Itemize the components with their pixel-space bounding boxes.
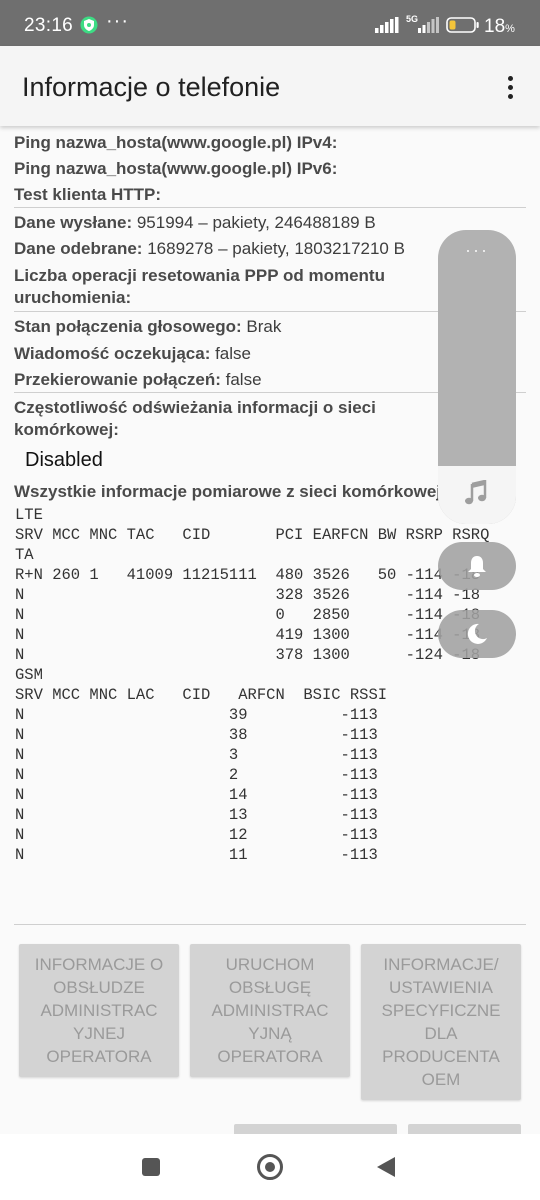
signal-strength-icon [375, 17, 399, 33]
partial-button[interactable] [408, 1124, 521, 1134]
gsm-row: N 14 -113 [15, 786, 378, 804]
divider [14, 924, 526, 925]
panel-more-icon[interactable]: ··· [438, 240, 516, 261]
gsm-row: N 3 -113 [15, 746, 378, 764]
gsm-row: N 39 -113 [15, 706, 378, 724]
lte-title: LTE [15, 506, 43, 524]
music-note-icon [465, 480, 487, 505]
message-waiting-row: Wiadomość oczekująca: false [14, 344, 251, 363]
home-button[interactable] [257, 1154, 283, 1180]
vpn-shield-icon [80, 16, 98, 34]
battery-percentage: 18% [484, 16, 515, 37]
ring-mode-button[interactable] [438, 542, 516, 590]
floating-volume-panel[interactable]: ··· [438, 230, 516, 524]
divider [14, 207, 526, 208]
lte-header: SRV MCC MNC TAC CID PCI EARFCN BW RSRP R… [15, 526, 490, 564]
media-volume-slider[interactable] [438, 466, 516, 524]
call-forwarding-row: Przekierowanie połączeń: false [14, 370, 262, 389]
lte-row: N 378 1300 -124 -18 [15, 646, 481, 664]
bell-icon [468, 556, 486, 577]
dark-mode-button[interactable] [438, 610, 516, 658]
trigger-carrier-provisioning-button[interactable]: URUCHOM OBSŁUGĘ ADMINISTRAC YJNĄ OPERATO… [190, 944, 350, 1077]
gsm-row: N 38 -113 [15, 726, 378, 744]
status-time: 23:16 [24, 15, 74, 36]
ping-ipv4-row: Ping nazwa_hosta(www.google.pl) IPv4: [14, 133, 338, 152]
moon-icon [467, 623, 487, 644]
gsm-row: N 13 -113 [15, 806, 378, 824]
battery-icon [446, 17, 479, 33]
navigation-bar [0, 1134, 540, 1200]
page-title: Informacje o telefonie [22, 72, 281, 102]
gsm-header: SRV MCC MNC LAC CID ARFCN BSIC RSSI [15, 686, 388, 704]
gsm-row: N 2 -113 [15, 766, 378, 784]
refresh-rate-row: Częstotliwość odświeżania informacji o s… [14, 398, 376, 439]
voice-state-row: Stan połączenia głosowego: Brak [14, 317, 282, 336]
gsm-title: GSM [15, 666, 43, 684]
gsm-row: N 12 -113 [15, 826, 378, 844]
gsm-row: N 11 -113 [15, 846, 378, 864]
carrier-provisioning-info-button[interactable]: INFORMACJE O OBSŁUDZE ADMINISTRAC YJNEJ … [19, 944, 179, 1077]
app-bar: Informacje o telefonie [0, 46, 540, 126]
network-type-label: 5G [406, 14, 419, 24]
lte-row: N 419 1300 -114 -18 [15, 626, 481, 644]
overflow-menu-icon[interactable] [500, 74, 520, 100]
status-bar: 23:16 ··· 5G 18% [0, 0, 540, 46]
more-notifications-icon: ··· [106, 10, 129, 32]
all-measurements-row: Wszystkie informacje pomiarowe z sieci k… [14, 482, 447, 501]
ppp-reset-row: Liczba operacji resetowania PPP od momen… [14, 266, 385, 307]
partial-button[interactable] [234, 1124, 397, 1134]
back-button[interactable] [376, 1156, 396, 1178]
lte-row: R+N 260 1 41009 11215111 480 3526 50 -11… [15, 566, 481, 584]
ping-ipv6-row: Ping nazwa_hosta(www.google.pl) IPv6: [14, 159, 338, 178]
lte-row: N 328 3526 -114 -18 [15, 586, 481, 604]
http-test-row: Test klienta HTTP: [14, 185, 162, 204]
oem-settings-button[interactable]: INFORMACJE/ USTAWIENIA SPECYFICZNE DLA P… [361, 944, 521, 1100]
recents-button[interactable] [142, 1158, 160, 1176]
data-sent-row: Dane wysłane: 951994 – pakiety, 24648818… [14, 213, 376, 232]
refresh-rate-spinner[interactable]: Disabled [25, 449, 103, 472]
lte-row: N 0 2850 -114 -18 [15, 606, 481, 624]
data-received-row: Dane odebrane: 1689278 – pakiety, 180321… [14, 239, 405, 258]
